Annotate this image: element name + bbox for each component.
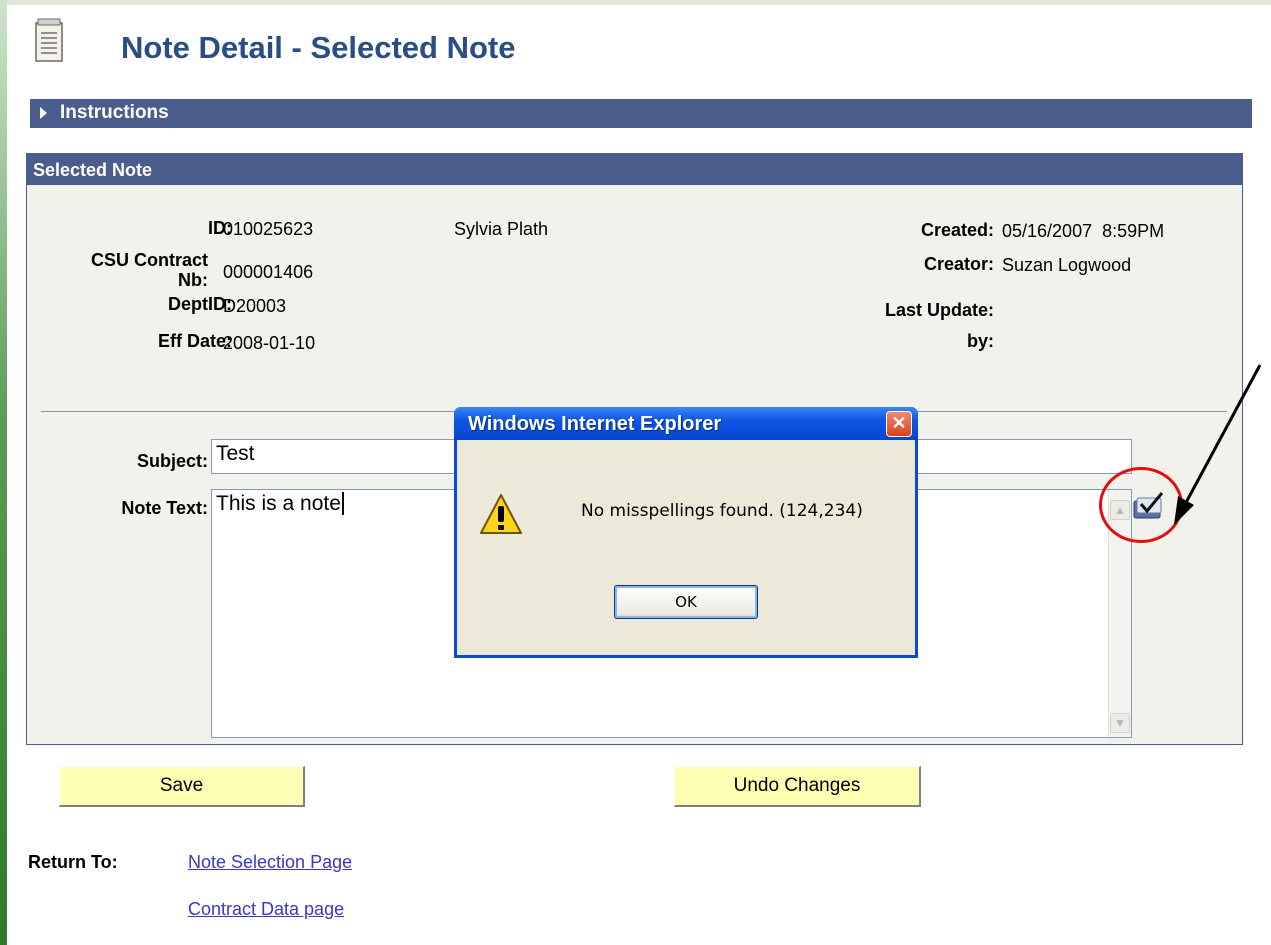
annotation-arrow-icon [1174, 364, 1262, 525]
effdate-label: Eff Date: [157, 331, 232, 351]
instructions-label: Instructions [60, 102, 169, 123]
created-value: 05/16/2007 8:59PM [1002, 221, 1165, 241]
ok-button[interactable]: OK [614, 585, 758, 619]
text-cursor [341, 492, 344, 515]
dialog-title: Windows Internet Explorer [468, 413, 722, 435]
id-value: 010025623 [223, 219, 314, 239]
dialog-message: No misspellings found. (124,234) [581, 501, 863, 521]
dialog-body: No misspellings found. (124,234) OK [457, 440, 915, 655]
undo-changes-button[interactable]: Undo Changes [674, 766, 921, 807]
warning-icon [480, 494, 522, 534]
note-text-value: This is a note [216, 492, 341, 515]
effdate-value: 2008-01-10 [223, 333, 316, 353]
selected-note-header: Selected Note [27, 154, 1242, 185]
dialog-titlebar[interactable]: Windows Internet Explorer ✕ [454, 407, 918, 440]
close-icon[interactable]: ✕ [886, 411, 912, 437]
person-name: Sylvia Plath [454, 219, 549, 239]
note-text-label: Note Text: [121, 498, 208, 518]
note-selection-page-link[interactable]: Note Selection Page [188, 852, 352, 873]
contract-value: 000001406 [223, 262, 314, 282]
page-title: Note Detail - Selected Note [121, 30, 516, 65]
contract-label-line2: Nb: [178, 270, 208, 290]
return-to-label: Return To: [28, 852, 118, 872]
subject-input-value: Test [216, 442, 255, 465]
creator-value: Suzan Logwood [1002, 255, 1132, 275]
selected-note-header-label: Selected Note [33, 160, 153, 180]
top-band [0, 0, 1271, 5]
left-edge-bar [0, 0, 7, 945]
subject-label: Subject: [136, 451, 208, 471]
last-update-label: Last Update: [884, 300, 994, 320]
by-label: by: [967, 331, 994, 351]
deptid-value: D20003 [223, 296, 287, 316]
contract-label-line1: CSU Contract [90, 250, 208, 270]
created-label: Created: [920, 220, 994, 240]
expand-triangle-icon [40, 107, 47, 119]
notepad-icon [35, 18, 63, 62]
creator-label: Creator: [923, 254, 994, 274]
ie-alert-dialog: Windows Internet Explorer ✕ No misspelli… [454, 407, 918, 658]
contract-data-page-link[interactable]: Contract Data page [188, 899, 344, 920]
instructions-toggle[interactable]: Instructions [30, 99, 1252, 128]
save-button[interactable]: Save [59, 766, 305, 807]
scroll-down-arrow-icon[interactable]: ▼ [1110, 713, 1130, 733]
